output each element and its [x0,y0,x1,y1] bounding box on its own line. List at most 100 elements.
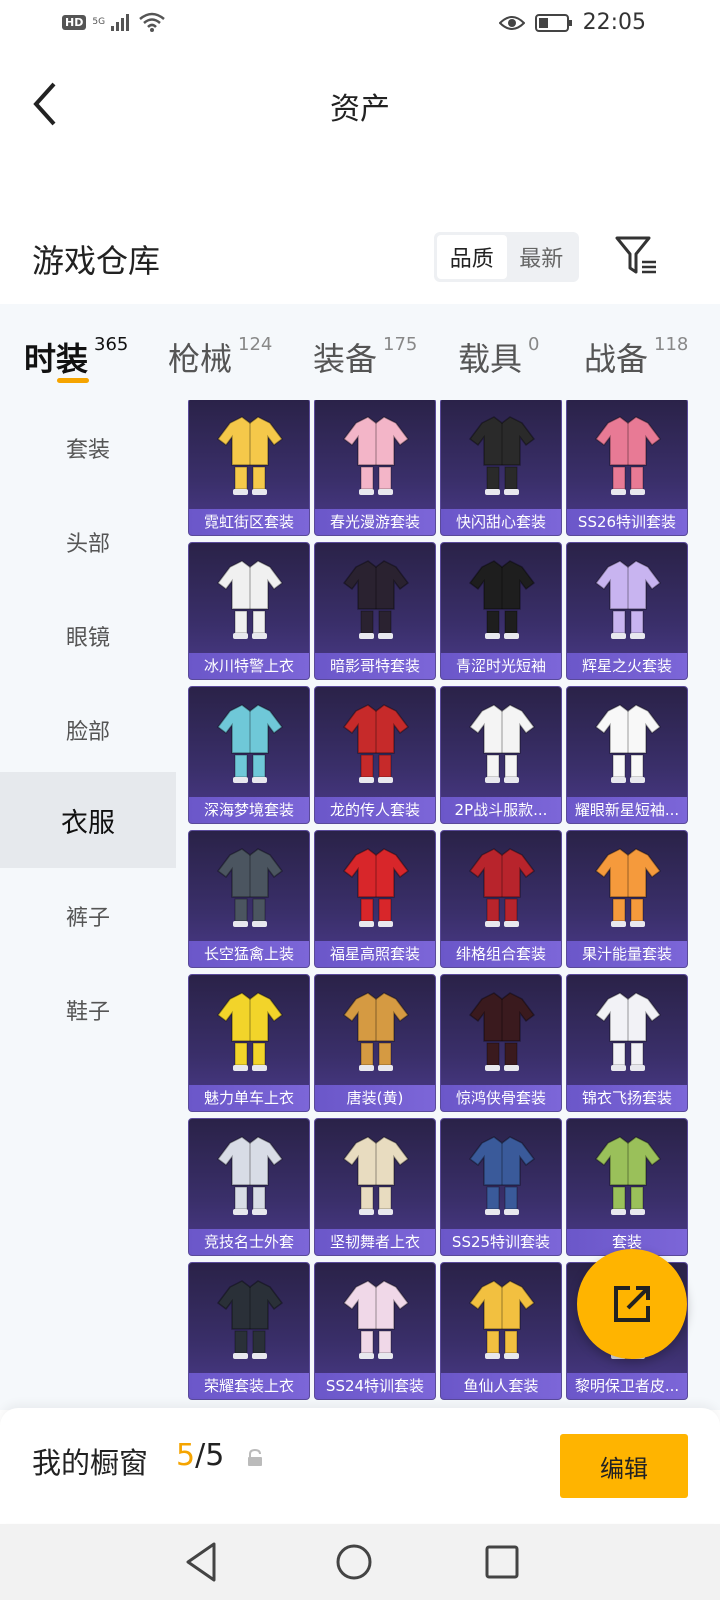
outfit-image [342,560,410,639]
item-name: 深海梦境套装 [203,801,294,819]
outfit-image [216,1280,284,1359]
sidebar-item-glasses[interactable]: 眼镜 [0,588,176,684]
tab-count: 365 [94,334,129,355]
tab-fashion[interactable]: 时装 365 [24,334,128,380]
tab-label: 时装 [24,340,89,378]
item-card[interactable]: 冰川特警上衣 [188,542,310,680]
item-card[interactable]: 春光漫游套装 [314,400,436,536]
outfit-image [216,1136,284,1215]
item-name: 冰川特警上衣 [203,657,294,675]
outfit-image [216,704,284,783]
item-name: 果汁能量套装 [581,945,672,963]
item-name: 鱼仙人套装 [463,1377,539,1395]
item-card[interactable]: 套装 [566,1118,688,1256]
tab-equipment[interactable]: 装备 175 [313,334,417,380]
wifi-icon [139,12,165,32]
item-card[interactable]: 快闪甜心套装 [440,400,562,536]
item-card[interactable]: 长空猛禽上装 [188,830,310,968]
nav-recents-icon[interactable] [478,1538,526,1586]
item-card[interactable]: SS24特训套装 [314,1262,436,1400]
tab-vehicles[interactable]: 载具 0 [458,334,539,380]
sidebar: 套装 头部 眼镜 脸部 衣服 裤子 鞋子 [0,400,176,1410]
item-card[interactable]: 深海梦境套装 [188,686,310,824]
warehouse-title: 游戏仓库 [32,242,161,280]
share-fab-button[interactable] [577,1249,687,1359]
tab-label: 枪械 [168,340,233,378]
outfit-image [468,704,536,783]
sidebar-item-clothes[interactable]: 衣服 [0,772,176,868]
tab-supplies[interactable]: 战备 118 [584,334,688,380]
item-name: 绯格组合套装 [455,945,546,963]
sort-toggle: 品质 最新 [434,232,579,282]
status-bar: HD 5G 22:05 [0,0,720,50]
item-card[interactable]: 锦衣飞扬套装 [566,974,688,1112]
outfit-image [594,848,662,927]
item-name: 长空猛禽上装 [203,945,294,963]
outfit-image [468,1136,536,1215]
item-card[interactable]: 辉星之火套装 [566,542,688,680]
outfit-image [468,848,536,927]
tab-count: 0 [528,334,540,355]
item-card[interactable]: 荣耀套装上衣 [188,1262,310,1400]
sidebar-item-face[interactable]: 脸部 [0,682,176,778]
item-card[interactable]: 耀眼新星短袖... [566,686,688,824]
nav-back-icon[interactable] [178,1538,226,1586]
sort-quality-button[interactable]: 品质 [437,235,507,279]
item-name: 耀眼新星短袖... [574,801,680,819]
item-card[interactable]: SS26特训套装 [566,400,688,536]
sidebar-item-head[interactable]: 头部 [0,494,176,590]
item-name: SS24特训套装 [325,1377,425,1395]
item-card[interactable]: 2P战斗服款... [440,686,562,824]
app-header: 资产 [0,60,720,150]
item-card[interactable]: 果汁能量套装 [566,830,688,968]
tab-firearms[interactable]: 枪械 124 [168,334,272,380]
sidebar-item-suit[interactable]: 套装 [0,400,176,496]
item-name: 快闪甜心套装 [455,513,546,531]
item-name: 福星高照套装 [329,945,420,963]
battery-icon [534,13,572,32]
showcase-current: 5 [176,1438,196,1473]
item-card[interactable]: 惊鸿侠骨套装 [440,974,562,1112]
outfit-image [468,1280,536,1359]
item-card[interactable]: 青涩时光短袖 [440,542,562,680]
sidebar-item-shoes[interactable]: 鞋子 [0,962,176,1058]
outfit-image [216,416,284,495]
page-title: 资产 [330,92,390,127]
item-card[interactable]: 竞技名士外套 [188,1118,310,1256]
filter-icon[interactable] [614,234,658,278]
outfit-image [216,992,284,1071]
sidebar-item-pants[interactable]: 裤子 [0,868,176,964]
eye-icon [498,15,525,30]
item-name: 惊鸿侠骨套装 [455,1089,546,1107]
signal-icon [111,14,130,31]
item-card[interactable]: 暗影哥特套装 [314,542,436,680]
item-name: 坚韧舞者上衣 [329,1233,420,1251]
item-name: 魅力单车上衣 [203,1089,294,1107]
edit-button[interactable]: 编辑 [560,1434,688,1498]
sort-latest-button[interactable]: 最新 [507,235,577,279]
item-name: 暗影哥特套装 [329,657,420,675]
item-name: SS25特训套装 [451,1233,551,1251]
showcase-count: 5/5 [176,1438,224,1473]
item-card[interactable]: 唐装(黄) [314,974,436,1112]
item-name: 春光漫游套装 [329,513,420,531]
item-card[interactable]: SS25特训套装 [440,1118,562,1256]
status-right: 22:05 [498,10,646,35]
item-name: 黎明保卫者皮... [574,1377,680,1395]
nav-home-icon[interactable] [330,1538,378,1586]
item-card[interactable]: 坚韧舞者上衣 [314,1118,436,1256]
item-card[interactable]: 霓虹街区套装 [188,400,310,536]
item-card[interactable]: 福星高照套装 [314,830,436,968]
active-tab-indicator [57,378,89,383]
item-card[interactable]: 鱼仙人套装 [440,1262,562,1400]
outfit-image [594,560,662,639]
outfit-image [594,416,662,495]
item-card[interactable]: 魅力单车上衣 [188,974,310,1112]
showcase-bar: 我的橱窗 5/5 编辑 [0,1408,720,1523]
item-card[interactable]: 龙的传人套装 [314,686,436,824]
item-name: 青涩时光短袖 [455,657,546,675]
outfit-image [342,992,410,1071]
system-nav-bar [0,1524,720,1600]
outfit-image [468,992,536,1071]
item-card[interactable]: 绯格组合套装 [440,830,562,968]
